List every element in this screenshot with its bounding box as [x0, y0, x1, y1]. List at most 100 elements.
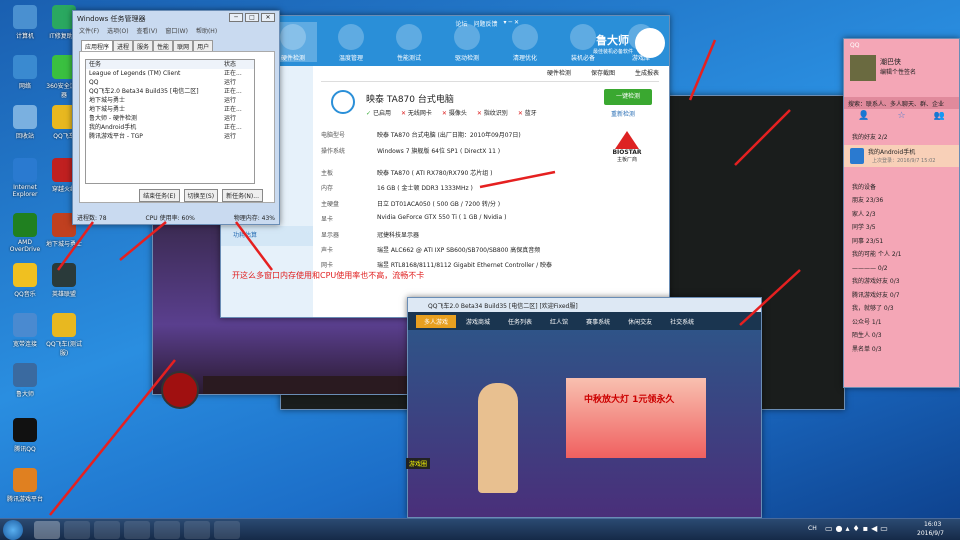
table-row[interactable]: League of Legends (TM) Client 正在...: [86, 69, 254, 78]
column-header-task[interactable]: 任务: [89, 60, 224, 69]
nav-tab[interactable]: 任务列表: [500, 315, 540, 328]
qq-signature[interactable]: 编辑个性签名: [880, 67, 916, 76]
app-icon: [13, 158, 37, 182]
task-button[interactable]: 切换至(S): [183, 189, 219, 202]
table-row[interactable]: 我的Android手机 正在...: [86, 123, 254, 132]
table-row[interactable]: QQ 运行: [86, 78, 254, 87]
table-row[interactable]: 鲁大师 - 硬件检测 运行: [86, 114, 254, 123]
menu-item[interactable]: 帮助(H): [196, 26, 217, 35]
qq-search[interactable]: 搜索：联系人、多人聊天、群、企业: [844, 97, 959, 109]
desktop-icon[interactable]: 回收站: [5, 105, 45, 140]
taskbar-lol[interactable]: [34, 521, 60, 539]
table-row[interactable]: 地下城与勇士 运行: [86, 96, 254, 105]
input-language[interactable]: CH: [808, 525, 817, 532]
scan-button[interactable]: 一键检测: [604, 89, 652, 105]
contact-group[interactable]: 同事 23/51: [844, 235, 959, 249]
nav-item[interactable]: 性能测试: [385, 22, 433, 62]
desktop-icon[interactable]: QQ飞车(测试服): [44, 313, 84, 357]
qqspeed-window[interactable]: QQ飞车2.0 Beta34 Build35 [电信二区] [欢迎Fixed服]…: [406, 297, 762, 518]
desktop-icon[interactable]: 腾讯QQ: [5, 418, 45, 453]
contact-group[interactable]: 同学 3/5: [844, 221, 959, 235]
column-header-status[interactable]: 状态: [224, 60, 254, 69]
contact-group[interactable]: 我的游戏好友 0/3: [844, 275, 959, 289]
menu-item[interactable]: 文件(F): [79, 26, 99, 35]
nav-tab[interactable]: 赛事系统: [578, 315, 618, 328]
nav-tab[interactable]: 休闲交友: [620, 315, 660, 328]
contact-group[interactable]: 公众号 1/1: [844, 316, 959, 330]
desktop-icon[interactable]: Internet Explorer: [5, 158, 45, 198]
nav-tab[interactable]: 社交系统: [662, 315, 702, 328]
nav-label: 性能测试: [396, 55, 421, 62]
menu-item[interactable]: 窗口(W): [165, 26, 188, 35]
contact-group[interactable]: 朋友 23/36: [844, 194, 959, 208]
ludashi-brand: 鲁大师: [596, 34, 629, 47]
skill-bar[interactable]: [203, 376, 409, 394]
nav-item[interactable]: 清理优化: [501, 22, 549, 62]
contact-group[interactable]: 我，就够了 0/3: [844, 302, 959, 316]
taskbar-dnf[interactable]: [64, 521, 90, 539]
check-icon: ✓: [366, 110, 373, 117]
nav-tab[interactable]: 游戏商城: [458, 315, 498, 328]
contact-group[interactable]: 家人 2/3: [844, 208, 959, 222]
nav-tab[interactable]: 红人馆: [542, 315, 576, 328]
nav-item[interactable]: 温度管理: [327, 22, 375, 62]
task-list[interactable]: 任务 状态 League of Legends (TM) Client 正在... Q…: [85, 59, 255, 184]
toolbar-screenshot[interactable]: 保存截图: [591, 68, 615, 81]
desktop-icon[interactable]: 宽带连接: [5, 313, 45, 348]
window-controls[interactable]: ─ □ ✕: [229, 13, 275, 22]
promo-banner[interactable]: 中秋放大灯 1元领永久: [566, 378, 706, 458]
desktop-icon[interactable]: 鲁大师: [5, 363, 45, 398]
contact-group[interactable]: 我的设备: [844, 181, 959, 195]
taskbar-game[interactable]: [154, 521, 180, 539]
desktop-icon[interactable]: QQ音乐: [5, 263, 45, 298]
taskbar-qqmusic[interactable]: [124, 521, 150, 539]
clock-date[interactable]: 2016/9/7: [917, 530, 944, 537]
clock-time[interactable]: 16:03: [924, 521, 941, 528]
qqspeed-title: QQ飞车2.0 Beta34 Build35 [电信二区] [欢迎Fixed服]: [408, 298, 761, 312]
table-row[interactable]: 腾讯游戏平台 - TGP 运行: [86, 132, 254, 141]
window-controls[interactable]: ▾ ─ ✕: [504, 19, 519, 28]
game-circle-label[interactable]: 游戏圈: [406, 458, 431, 469]
taskbar-qq[interactable]: [94, 521, 120, 539]
table-row[interactable]: QQ飞车2.0 Beta34 Build35 [电信二区] 正在...: [86, 87, 254, 96]
contact-group[interactable]: 我的可能 个人 2/1: [844, 248, 959, 262]
nav-tab[interactable]: 多人游戏: [416, 314, 457, 328]
contact-group[interactable]: 陌生人 0/3: [844, 329, 959, 343]
desktop-icon[interactable]: 计算机: [5, 5, 45, 40]
menu-item[interactable]: 查看(V): [137, 26, 158, 35]
sidebar-item[interactable]: 功耗估算: [221, 226, 313, 246]
contact-group[interactable]: 黑名单 0/3: [844, 343, 959, 357]
qq-tabs[interactable]: 👤 ☆ 👥: [844, 111, 959, 131]
qq-panel[interactable]: QQ 潮巴侠 编辑个性签名 搜索：联系人、多人聊天、群、企业 👤 ☆ 👥 我的And…: [843, 38, 960, 388]
feedback-link[interactable]: 问题反馈: [474, 19, 498, 28]
start-button[interactable]: [3, 520, 23, 540]
desktop-icon[interactable]: 腾讯游戏平台: [5, 468, 45, 503]
qq-avatar[interactable]: [850, 55, 876, 81]
task-button[interactable]: 新任务(N)...: [222, 189, 263, 202]
spec-value: 瑞昱 RTL8168/8111/8112 Gigabit Ethernet Co…: [377, 262, 553, 269]
taskbar-ludashi[interactable]: [214, 521, 240, 539]
badge-label: 蓝牙: [524, 110, 537, 117]
qq-group-list: 我的好友 2/2 我的设备 朋友 23/36 家人 2/3 同学 3/5 同事 23/51…: [844, 131, 959, 356]
spec-key: 操作系统: [321, 148, 346, 155]
toolbar-report[interactable]: 生成报表: [635, 68, 659, 81]
nav-item[interactable]: 驱动检测: [443, 22, 491, 62]
task-manager-window[interactable]: Windows 任务管理器 ─ □ ✕ 文件(F) 选项(O) 查看(V) 窗口(W) 帮助…: [72, 10, 280, 225]
forum-link[interactable]: 论坛: [456, 19, 468, 28]
contact-group[interactable]: 腾讯游戏好友 0/7: [844, 289, 959, 303]
tray-icons[interactable]: ▭●▴♦▪◀▭: [825, 524, 891, 533]
desktop-icon[interactable]: AMD OverDrive: [5, 213, 45, 253]
spec-row: 主板 映泰 TA870 ( ATI RX780/RX790 芯片组 ): [321, 168, 492, 177]
spec-value: 瑞昱 ALC662 @ ATI IXP SB600/SB700/SB800 高保…: [377, 247, 541, 254]
taskbar-qqspeed[interactable]: [184, 521, 210, 539]
desktop-icon[interactable]: 网络: [5, 55, 45, 90]
table-row[interactable]: 地下城与勇士 正在...: [86, 105, 254, 114]
contact-group[interactable]: 我的好友 2/2: [844, 131, 959, 145]
rescan-link[interactable]: 重新检测: [611, 109, 635, 118]
contact-group[interactable]: ———— 0/2: [844, 262, 959, 276]
desktop-icon[interactable]: 英雄联盟: [44, 263, 84, 298]
task-button[interactable]: 结束任务(E): [139, 189, 180, 202]
toolbar-hardware[interactable]: 硬件检测: [547, 68, 571, 81]
menu-item[interactable]: 选项(O): [107, 26, 128, 35]
